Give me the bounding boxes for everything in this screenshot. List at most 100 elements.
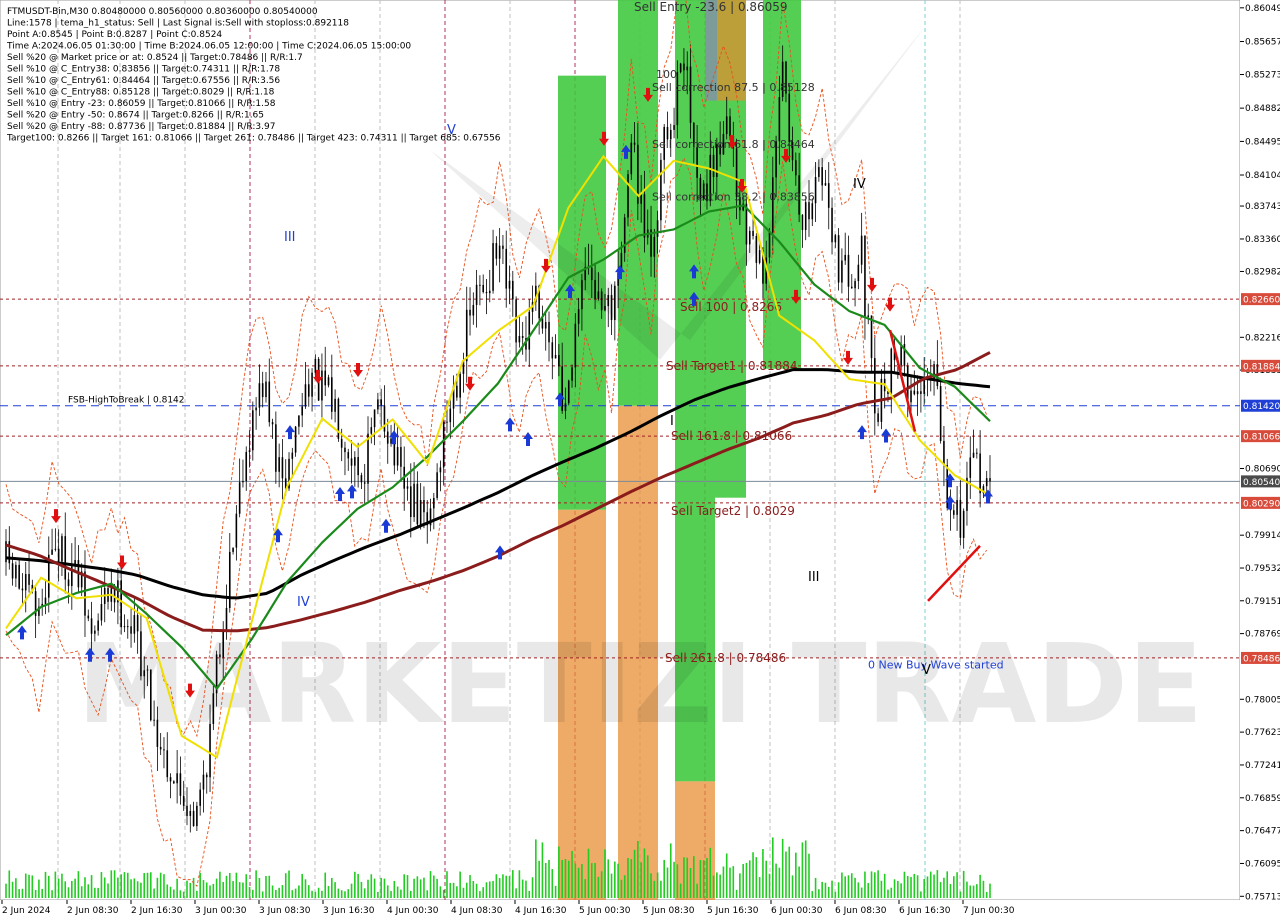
volume-bar [929, 871, 932, 898]
candle [567, 379, 570, 406]
annotation-label-2: Sell correction 61.8 | 0.84464 [652, 138, 815, 151]
time-tick-label: 3 Jun 08:30 [259, 906, 311, 916]
price-tick-label: 0.78769 [1245, 630, 1280, 640]
candle-body [130, 626, 132, 634]
volume-bar [811, 891, 814, 898]
candle-body [564, 403, 567, 411]
volume-bar [897, 880, 899, 898]
volume-bar [327, 885, 330, 898]
volume-bar [956, 872, 958, 898]
volume-bar [186, 880, 188, 898]
volume-bar [824, 882, 827, 898]
volume-bar [571, 850, 573, 898]
wave-label-6: V [922, 663, 931, 678]
candle-body [301, 406, 303, 416]
candle-body [140, 631, 142, 677]
candle-body [307, 384, 310, 397]
volume-bar [844, 876, 846, 898]
volume-bar [637, 841, 639, 898]
volume-bar [712, 875, 715, 898]
candle-body [795, 160, 797, 176]
price-tag-label: 0.80540 [1243, 478, 1280, 488]
candle-body [864, 235, 866, 317]
volume-bar [985, 891, 988, 898]
candle-body [278, 457, 280, 472]
volume-bar [357, 873, 359, 898]
time-tick-label: 6 Jun 16:30 [899, 906, 951, 916]
volume-bar [600, 871, 603, 898]
level-label-2: Sell Target1 | 0.81884 [666, 359, 798, 373]
candle-body [248, 450, 251, 452]
candle-body [512, 280, 514, 300]
candle-body [923, 379, 925, 394]
volume-bar [179, 890, 182, 898]
volume-bar [205, 882, 208, 898]
volume-bar [620, 879, 623, 898]
candle-body [261, 383, 264, 398]
volume-bar [232, 881, 234, 898]
info-line-6: Sell %10 @ C_Entry61: 0.84464 || Target:… [7, 76, 280, 86]
volume-bar [699, 860, 702, 898]
volume-bar [156, 877, 159, 898]
volume-bar [113, 870, 116, 898]
volume-bar [38, 879, 40, 898]
volume-bar [850, 873, 853, 898]
volume-bar [439, 886, 442, 898]
candle-body [436, 472, 438, 498]
candle-body [416, 483, 419, 525]
candle-body [600, 291, 603, 311]
volume-bar [716, 872, 718, 898]
volume-bar [133, 878, 136, 898]
volume-bar [676, 864, 679, 898]
price-tick-label: 0.85657 [1245, 38, 1280, 48]
volume-bar [739, 873, 741, 898]
candle-body [228, 551, 231, 608]
candle-body [696, 147, 698, 178]
volume-bar [294, 888, 297, 898]
volume-bar [380, 877, 382, 898]
price-tag-label: 0.81066 [1243, 433, 1280, 443]
candle-body [196, 805, 198, 827]
volume-bar [452, 882, 455, 898]
volume-bar [173, 889, 175, 898]
time-tick-label: 5 Jun 16:30 [707, 906, 759, 916]
candle-body [630, 142, 633, 175]
candle-body [712, 154, 715, 177]
time-tick-label: 4 Jun 16:30 [515, 906, 567, 916]
candle-body [969, 457, 972, 478]
volume-bar [923, 879, 925, 898]
volume-bar [278, 887, 280, 898]
candle-body [679, 63, 682, 73]
volume-bar [617, 863, 619, 898]
volume-bar [834, 891, 837, 898]
price-tick-label: 0.77241 [1245, 761, 1280, 771]
candle-body [771, 177, 774, 233]
volume-bar [5, 883, 7, 898]
candle-body [258, 383, 261, 408]
volume-bar [518, 870, 521, 898]
volume-bar [943, 877, 945, 898]
candle-body [87, 615, 90, 619]
volume-bar [962, 870, 965, 898]
volume-bar [689, 868, 692, 898]
candle-body [640, 194, 642, 204]
wave-label-4: III [808, 570, 820, 585]
volume-bar [307, 885, 310, 898]
volume-bar [837, 882, 840, 898]
candle-body [360, 475, 363, 483]
price-tag-label: 0.80290 [1243, 499, 1280, 509]
candle-body [354, 457, 356, 466]
volume-bar [363, 888, 366, 898]
candle-body [459, 373, 461, 398]
candle-body [874, 358, 876, 414]
candle-body [97, 620, 99, 631]
candle-body [120, 580, 122, 628]
candle-body [199, 789, 201, 806]
volume-bar [959, 891, 962, 898]
volume-bar [11, 881, 14, 898]
time-tick-label: 3 Jun 00:30 [195, 906, 247, 916]
volume-bar [538, 860, 540, 898]
volume-bar [24, 873, 27, 898]
volume-bar [972, 885, 975, 898]
volume-bar [117, 877, 119, 898]
